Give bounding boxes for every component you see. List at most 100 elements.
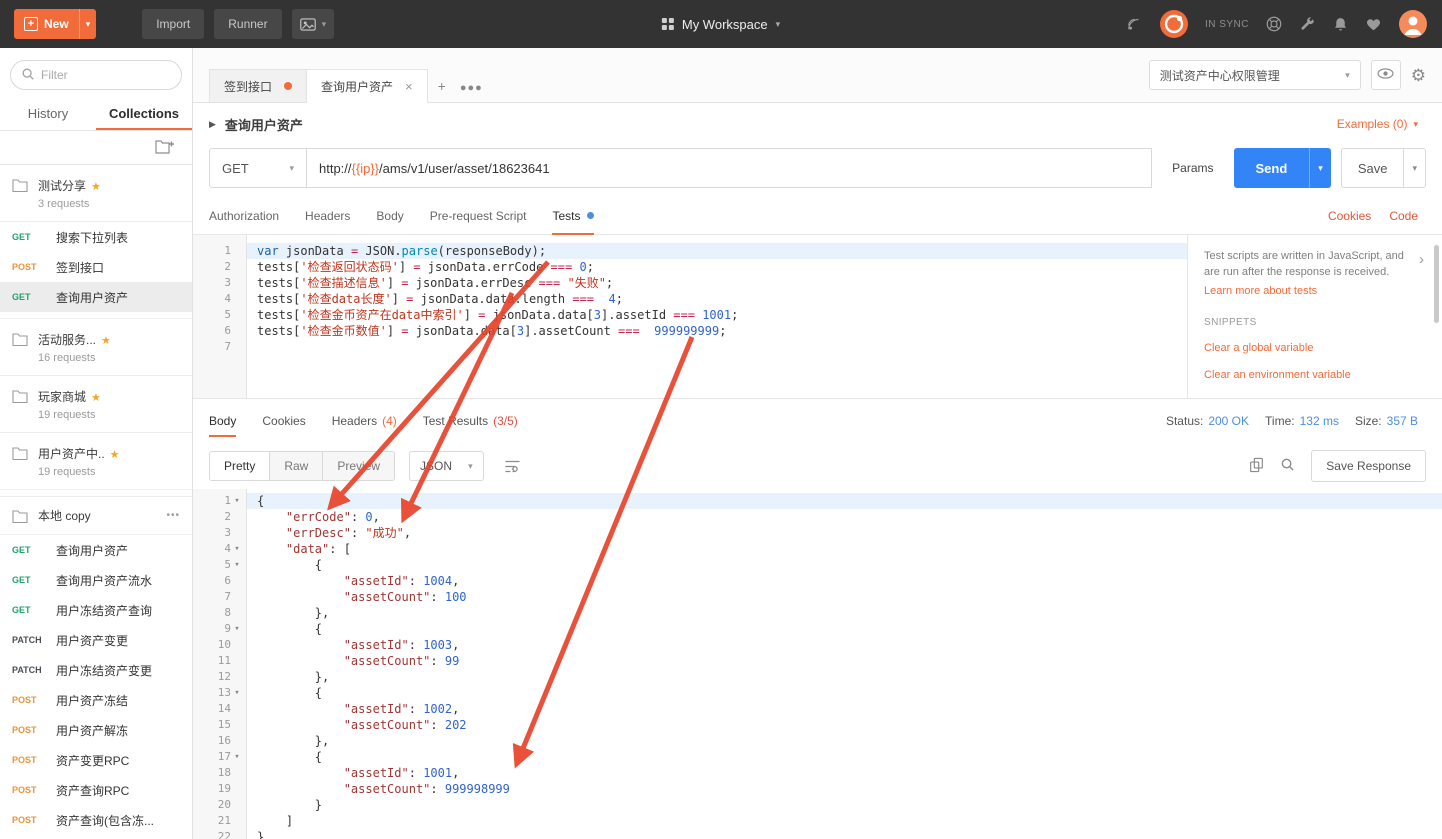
collection-item[interactable]: 玩家商城 ★ 19 requests <box>0 376 192 433</box>
snippets-title: SNIPPETS <box>1204 316 1257 328</box>
response-tab-body[interactable]: Body <box>209 399 237 443</box>
new-folder-icon[interactable] <box>155 139 174 157</box>
fold-caret-icon[interactable]: ▾ <box>231 685 243 701</box>
request-item[interactable]: POST 资产查询RPC <box>0 775 192 805</box>
copy-icon[interactable] <box>1249 457 1264 476</box>
response-tab-cookies[interactable]: Cookies <box>262 399 305 443</box>
request-item[interactable]: PATCH 用户冻结资产变更 <box>0 655 192 685</box>
line-number: 2 <box>224 510 231 523</box>
request-tab-1[interactable]: 签到接口 <box>209 69 308 103</box>
method-label: GET <box>12 232 31 242</box>
request-item[interactable]: POST 资产查询(包含冻... <box>0 805 192 835</box>
avatar[interactable] <box>1398 9 1428 39</box>
request-item[interactable]: PATCH 用户资产变更 <box>0 625 192 655</box>
request-item[interactable]: GET 用户冻结资产查询 <box>0 595 192 625</box>
gear-icon[interactable]: ⚙ <box>1411 67 1426 84</box>
request-item[interactable]: POST 用户资产解冻 <box>0 715 192 745</box>
bell-icon[interactable] <box>1332 16 1349 33</box>
format-select[interactable]: JSON ▾ <box>409 451 484 481</box>
collection-item[interactable]: 用户资产中.. ★ 19 requests <box>0 433 192 490</box>
request-item[interactable]: GET 查询用户资产 <box>0 535 192 565</box>
snippet-clear-global[interactable]: Clear a global variable <box>1204 341 1424 357</box>
save-button[interactable]: Save ▾ <box>1340 148 1426 188</box>
wrap-text-icon[interactable] <box>504 459 521 474</box>
tab-authorization[interactable]: Authorization <box>209 197 279 234</box>
request-item[interactable]: GET 查询用户资产 <box>0 282 192 312</box>
new-tab-button[interactable]: + <box>438 78 446 94</box>
send-button[interactable]: Send ▾ <box>1233 148 1331 188</box>
request-tab-2[interactable]: 查询用户资产 × <box>307 69 428 103</box>
collection-meta: 19 requests <box>38 409 96 421</box>
line-number: 7 <box>224 590 231 603</box>
tab-more-button[interactable]: ●●● <box>460 82 483 94</box>
chevron-right-icon[interactable]: › <box>1419 249 1424 271</box>
method-select[interactable]: GET ▾ <box>209 148 307 188</box>
workspace-switcher[interactable]: My Workspace ▾ <box>661 17 780 32</box>
disclosure-triangle-icon[interactable]: ▶ <box>209 119 216 130</box>
url-input[interactable]: http://{{ip}}/ams/v1/user/asset/18623641 <box>307 148 1153 188</box>
code-line: 12 }, <box>217 670 330 684</box>
collection-item[interactable]: 活动服务... ★ 16 requests <box>0 318 192 376</box>
runner-button[interactable]: Runner <box>214 9 282 39</box>
request-item[interactable]: POST 签到接口 <box>0 252 192 282</box>
request-item[interactable]: POST 资产变更RPC <box>0 745 192 775</box>
wrench-icon[interactable] <box>1299 16 1316 33</box>
code-link[interactable]: Code <box>1389 209 1418 223</box>
line-number: 6 <box>224 574 231 587</box>
view-raw[interactable]: Raw <box>269 452 323 480</box>
method-label: POST <box>12 785 37 795</box>
request-item[interactable]: GET 搜索下拉列表 <box>0 222 192 252</box>
fold-caret-icon[interactable]: ▾ <box>231 749 243 765</box>
filter-box[interactable] <box>10 60 182 90</box>
code-line: 1 var jsonData = JSON.parse(responseBody)… <box>193 243 1187 259</box>
folder-item[interactable]: 本地 copy ••• <box>0 496 192 535</box>
fold-caret-icon[interactable]: ▾ <box>231 557 243 573</box>
params-button[interactable]: Params <box>1152 148 1233 188</box>
fold-caret-icon[interactable]: ▾ <box>231 621 243 637</box>
learn-more-link[interactable]: Learn more about tests <box>1204 284 1317 300</box>
environment-select[interactable]: 测试资产中心权限管理 ▾ <box>1148 60 1361 90</box>
tab-collections[interactable]: Collections <box>96 98 192 130</box>
more-icon[interactable]: ••• <box>166 510 180 521</box>
tab-tests[interactable]: Tests <box>552 197 595 235</box>
view-pretty[interactable]: Pretty <box>210 452 270 480</box>
request-name: 查询用户资产流水 <box>56 573 153 588</box>
line-number: 3 <box>224 526 231 539</box>
new-dropdown-caret[interactable]: ▾ <box>78 9 97 39</box>
examples-button[interactable]: Examples (0) ▾ <box>1337 117 1418 131</box>
postman-logo-icon[interactable] <box>1159 9 1189 39</box>
new-button[interactable]: + New ▾ <box>14 9 97 39</box>
view-preview[interactable]: Preview <box>322 452 395 480</box>
fold-caret-icon[interactable]: ▾ <box>231 541 243 557</box>
tab-body[interactable]: Body <box>376 197 403 234</box>
response-body-viewer[interactable]: 1 ▾{2 "errCode": 0, 3 "errDesc": "成功", 4 ▾ "… <box>193 489 1442 839</box>
close-icon[interactable]: × <box>405 79 413 94</box>
request-name: 签到接口 <box>56 260 105 275</box>
cookies-link[interactable]: Cookies <box>1328 209 1371 223</box>
fold-caret-icon[interactable]: ▾ <box>231 493 243 509</box>
request-item[interactable]: GET 查询用户资产流水 <box>0 565 192 595</box>
send-dropdown-caret[interactable]: ▾ <box>1309 148 1331 188</box>
collection-name: 用户资产中.. ★ <box>38 447 120 461</box>
collection-item[interactable]: 测试分享 ★ 3 requests <box>0 165 192 222</box>
save-response-button[interactable]: Save Response <box>1311 450 1426 482</box>
capture-icon[interactable] <box>1125 15 1143 33</box>
open-new-button[interactable]: ▾ <box>291 9 335 39</box>
request-item[interactable]: POST 用户资产冻结 <box>0 685 192 715</box>
snippet-clear-environment[interactable]: Clear an environment variable <box>1204 368 1424 384</box>
environment-quicklook-button[interactable] <box>1370 60 1401 90</box>
tests-editor[interactable]: 1 var jsonData = JSON.parse(responseBody)… <box>193 235 1187 398</box>
help-icon[interactable] <box>1265 15 1283 33</box>
import-button[interactable]: Import <box>142 9 205 39</box>
response-tab-headers[interactable]: Headers (4) <box>332 399 397 443</box>
scrollbar-thumb[interactable] <box>1434 245 1439 323</box>
tab-headers[interactable]: Headers <box>305 197 350 234</box>
response-tab-test-results[interactable]: Test Results (3/5) <box>423 399 518 443</box>
heart-icon[interactable] <box>1365 16 1382 33</box>
search-icon[interactable] <box>1280 457 1295 475</box>
tab-history[interactable]: History <box>0 98 96 130</box>
tab-pre-request-script[interactable]: Pre-request Script <box>430 197 527 234</box>
line-number: 22 <box>217 830 231 839</box>
filter-input[interactable] <box>41 68 161 82</box>
save-dropdown-caret[interactable]: ▾ <box>1403 149 1425 187</box>
